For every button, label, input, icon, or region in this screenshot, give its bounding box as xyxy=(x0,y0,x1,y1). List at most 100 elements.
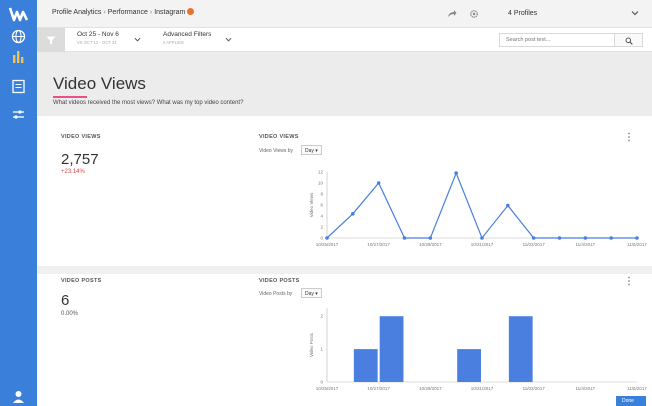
x-tick-label: 11/4/2017 xyxy=(575,242,595,247)
x-tick-label: 10/31/2017 xyxy=(471,386,494,391)
video-views-data-point xyxy=(325,236,329,240)
date-range-value: Oct 25 - Nov 6 xyxy=(77,31,119,38)
chevron-down-icon xyxy=(134,37,141,42)
done-button[interactable]: Done xyxy=(616,396,646,406)
video-views-label: VIDEO VIEWS xyxy=(61,134,101,140)
video-posts-section: VIDEO POSTS 6 0.00% VIDEO POSTS Video Po… xyxy=(37,274,652,406)
profiles-dropdown-label: 4 Profiles xyxy=(508,10,538,17)
instagram-icon xyxy=(187,8,195,15)
y-axis-label: Video Views xyxy=(309,192,314,217)
logo-icon[interactable] xyxy=(8,6,29,22)
video-posts-bar xyxy=(379,316,404,382)
app-root: Profile Analytics › Performance › Instagram … xyxy=(0,0,652,406)
profiles-dropdown[interactable]: 4 Profiles xyxy=(495,6,645,22)
video-views-interval-value: Day xyxy=(305,148,314,154)
video-posts-delta: 0.00% xyxy=(61,311,79,317)
x-tick-label: 10/25/2017 xyxy=(316,386,339,391)
video-views-data-point xyxy=(480,236,484,240)
breadcrumb-instagram[interactable]: Instagram xyxy=(154,9,185,16)
globe-icon[interactable] xyxy=(10,28,27,45)
breadcrumb-performance[interactable]: Performance xyxy=(108,9,148,16)
advanced-filters-selector[interactable]: Advanced Filters 0 APPLIED xyxy=(163,31,211,45)
video-posts-interval-value: Day xyxy=(305,291,314,297)
chevron-down-icon xyxy=(225,37,232,42)
video-views-data-point xyxy=(351,212,355,216)
video-posts-chart-title: VIDEO POSTS xyxy=(259,278,300,284)
more-menu-icon[interactable] xyxy=(627,276,631,286)
x-tick-label: 11/02/2017 xyxy=(523,386,546,391)
video-views-delta: +23.14% xyxy=(61,169,85,175)
video-views-total: 2,757 xyxy=(61,151,99,168)
x-tick-label: 10/27/2017 xyxy=(367,386,390,391)
breadcrumb: Profile Analytics › Performance › Instagram xyxy=(52,8,195,16)
date-compare-range: VS OCT 12 - OCT 24 xyxy=(77,40,117,45)
y-tick-label: 2 xyxy=(320,225,323,230)
y-axis-label: Video Posts xyxy=(309,332,314,357)
video-views-data-point xyxy=(376,181,381,185)
chevron-down-icon xyxy=(631,11,639,16)
y-tick-label: 8 xyxy=(320,192,323,197)
video-views-series-line xyxy=(326,171,637,240)
video-views-data-point xyxy=(609,236,613,240)
video-posts-total: 6 xyxy=(61,292,70,309)
video-views-data-point xyxy=(635,236,639,240)
user-icon[interactable] xyxy=(10,388,27,405)
video-views-data-point xyxy=(428,236,433,240)
video-posts-bar-chart: 012310/25/201710/27/201710/29/201710/31/… xyxy=(309,308,647,391)
x-tick-label: 11/6/2017 xyxy=(627,242,647,247)
video-posts-bar xyxy=(508,316,533,382)
y-tick-label: 1 xyxy=(320,347,323,352)
video-views-section: VIDEO VIEWS 2,757 +23.14% VIDEO VIEWS Vi… xyxy=(37,116,652,266)
x-tick-label: 11/6/2017 xyxy=(627,386,647,391)
video-views-data-point xyxy=(454,171,458,175)
share-icon[interactable] xyxy=(447,9,457,19)
page-header: Video Views What videos received the mos… xyxy=(37,52,652,116)
filter-toggle[interactable] xyxy=(37,28,65,52)
search-input[interactable] xyxy=(499,33,615,47)
x-tick-label: 10/29/2017 xyxy=(419,386,442,391)
video-posts-bar xyxy=(457,349,481,382)
video-views-data-point xyxy=(506,203,510,208)
title-underline xyxy=(53,96,87,98)
x-tick-label: 10/25/2017 xyxy=(316,242,339,247)
search-button[interactable] xyxy=(615,33,643,47)
y-tick-label: 6 xyxy=(320,203,323,208)
top-bar: Profile Analytics › Performance › Instagram … xyxy=(37,0,652,28)
video-views-line-chart: 0 2 4 6 8 10 12 10/25/2017 10/27/2017 10/29/2017 1… xyxy=(309,170,647,248)
sliders-icon[interactable] xyxy=(10,106,27,123)
bar-chart-icon[interactable] xyxy=(10,48,27,65)
page-subtitle: What videos received the most views? Wha… xyxy=(53,100,244,106)
x-tick-label: 11/4/2017 xyxy=(575,386,595,391)
x-tick-label: 10/27/2017 xyxy=(367,242,390,247)
video-posts-label: VIDEO POSTS xyxy=(61,278,102,284)
y-tick-label: 0 xyxy=(320,380,323,385)
x-tick-label: 10/31/2017 xyxy=(471,242,494,247)
video-views-by-label: Video Views by xyxy=(259,148,294,154)
section-divider xyxy=(37,266,652,274)
breadcrumb-profile-analytics[interactable]: Profile Analytics xyxy=(52,9,101,16)
funnel-icon xyxy=(46,36,56,45)
video-views-data-point xyxy=(531,236,536,240)
video-views-chart-title: VIDEO VIEWS xyxy=(259,134,299,140)
video-views-data-point xyxy=(402,236,407,240)
y-tick-label: 4 xyxy=(320,214,323,219)
x-tick-label: 10/29/2017 xyxy=(419,242,442,247)
y-tick-label: 0 xyxy=(320,236,323,241)
video-posts-bar xyxy=(353,349,378,382)
page-title: Video Views xyxy=(53,74,146,93)
filter-bar: Oct 25 - Nov 6 VS OCT 12 - OCT 24 Advanc… xyxy=(37,28,652,52)
report-icon[interactable] xyxy=(10,78,27,95)
advanced-filters-label: Advanced Filters xyxy=(163,31,212,38)
video-views-interval-select[interactable]: Day ▾ xyxy=(301,145,322,155)
x-tick-label: 11/02/2017 xyxy=(523,242,546,247)
date-range-selector[interactable]: Oct 25 - Nov 6 VS OCT 12 - OCT 24 xyxy=(77,31,119,45)
gear-icon[interactable] xyxy=(469,9,479,19)
video-views-data-point xyxy=(583,236,588,240)
y-tick-label: 10 xyxy=(318,181,324,186)
video-posts-interval-select[interactable]: Day ▾ xyxy=(301,288,322,298)
left-nav-rail xyxy=(0,0,37,406)
advanced-filters-count: 0 APPLIED xyxy=(163,40,184,45)
more-menu-icon[interactable] xyxy=(627,132,631,142)
y-tick-label: 2 xyxy=(320,314,323,319)
video-posts-by-label: Video Posts by xyxy=(259,291,293,297)
